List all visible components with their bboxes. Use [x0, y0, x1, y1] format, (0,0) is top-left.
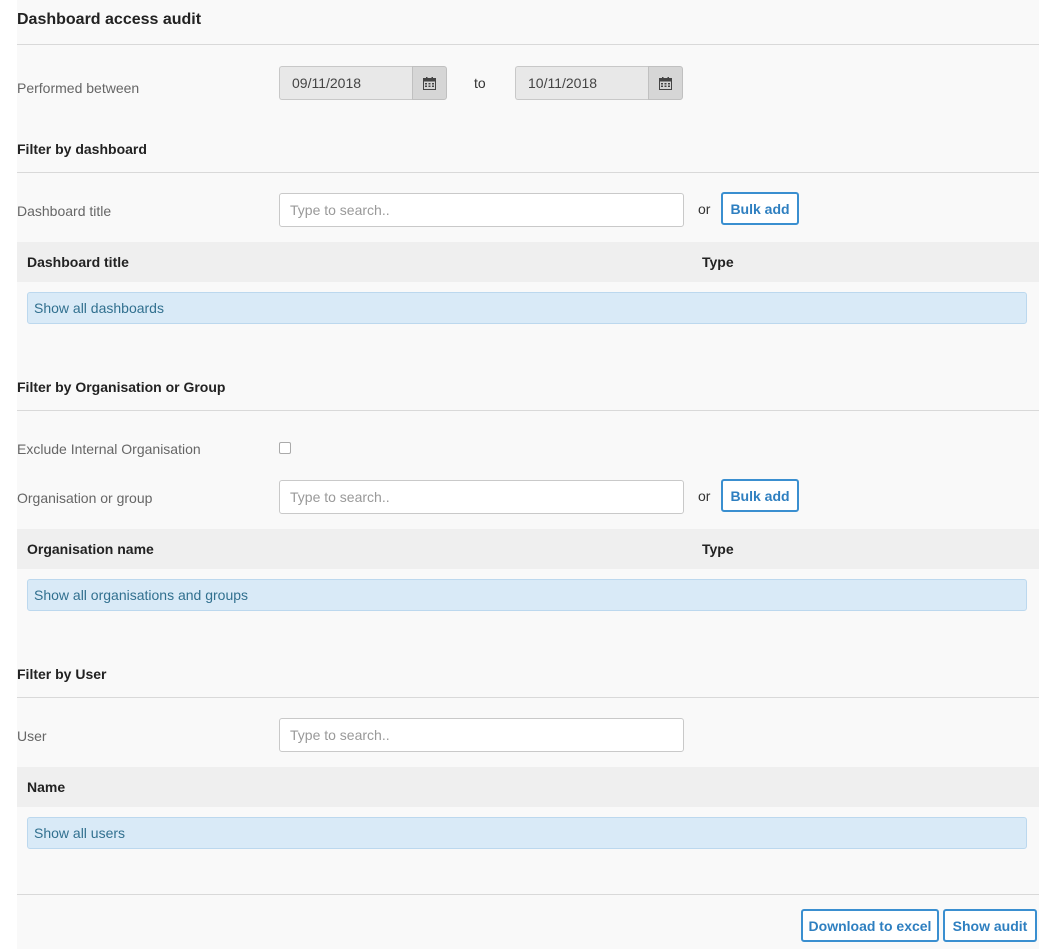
dashboard-bulk-add-button[interactable]: Bulk add — [721, 192, 799, 225]
dashboard-table-header: Dashboard title Type — [17, 242, 1039, 282]
calendar-icon — [423, 76, 436, 90]
show-all-users-row[interactable]: Show all users — [27, 817, 1027, 849]
column-header-name: Name — [27, 779, 66, 795]
user-section-title: Filter by User — [17, 666, 107, 682]
exclude-internal-label: Exclude Internal Organisation — [17, 441, 201, 457]
date-to-input[interactable]: 10/11/2018 — [515, 66, 648, 100]
org-table-header: Organisation name Type — [17, 529, 1039, 569]
divider — [17, 697, 1039, 698]
user-label: User — [17, 728, 47, 744]
date-to-group: 10/11/2018 — [515, 66, 683, 100]
show-audit-button[interactable]: Show audit — [943, 909, 1037, 942]
show-all-orgs-row[interactable]: Show all organisations and groups — [27, 579, 1027, 611]
dashboard-search-input[interactable]: Type to search.. — [279, 193, 684, 227]
or-label: or — [698, 488, 711, 504]
show-all-dashboards-row[interactable]: Show all dashboards — [27, 292, 1027, 324]
column-header-dashboard-title: Dashboard title — [27, 254, 129, 270]
audit-panel: Dashboard access audit Performed between… — [17, 0, 1039, 949]
org-search-input[interactable]: Type to search.. — [279, 480, 684, 514]
divider — [17, 44, 1039, 45]
column-header-org-name: Organisation name — [27, 541, 154, 557]
to-label: to — [474, 75, 486, 91]
date-from-group: 09/11/2018 — [279, 66, 447, 100]
org-group-label: Organisation or group — [17, 490, 153, 506]
dashboard-section-title: Filter by dashboard — [17, 141, 147, 157]
exclude-internal-checkbox[interactable] — [279, 442, 291, 454]
footer-divider — [17, 894, 1039, 895]
performed-between-label: Performed between — [17, 80, 140, 96]
calendar-icon — [659, 76, 672, 90]
page-title: Dashboard access audit — [17, 11, 202, 28]
date-from-input[interactable]: 09/11/2018 — [279, 66, 412, 100]
column-header-type: Type — [702, 541, 734, 557]
user-search-input[interactable]: Type to search.. — [279, 718, 684, 752]
org-bulk-add-button[interactable]: Bulk add — [721, 479, 799, 512]
divider — [17, 410, 1039, 411]
divider — [17, 172, 1039, 173]
dashboard-title-label: Dashboard title — [17, 203, 112, 219]
download-excel-button[interactable]: Download to excel — [801, 909, 939, 942]
date-to-calendar-button[interactable] — [648, 66, 683, 100]
column-header-type: Type — [702, 254, 734, 270]
date-from-calendar-button[interactable] — [412, 66, 447, 100]
org-section-title: Filter by Organisation or Group — [17, 379, 226, 395]
or-label: or — [698, 201, 711, 217]
user-table-header: Name — [17, 767, 1039, 807]
